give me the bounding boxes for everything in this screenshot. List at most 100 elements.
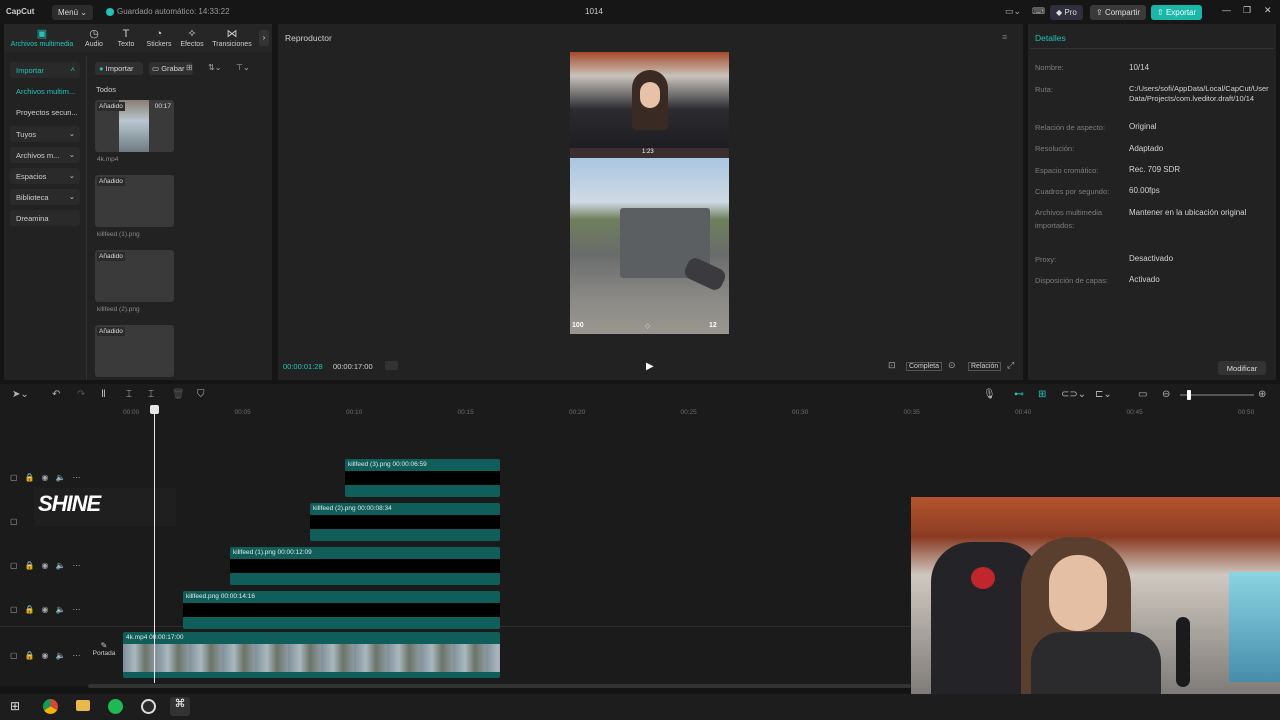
clip-body — [183, 603, 500, 617]
ruler-tick: 00:20 — [569, 409, 586, 416]
redo-icon[interactable]: ↷ — [77, 389, 85, 400]
chrome-icon[interactable] — [43, 699, 58, 714]
autosave-status: Guardado automático: 14:33:22 — [117, 7, 230, 16]
restore-icon[interactable]: ❐ — [1243, 5, 1251, 16]
import-button[interactable]: ● Importar — [95, 62, 143, 75]
obs-icon[interactable] — [141, 699, 156, 714]
clip-body — [310, 515, 500, 529]
undo-icon[interactable]: ↶ — [52, 389, 60, 400]
tab-media[interactable]: ▣ Archivos multimedia — [7, 28, 77, 48]
playhead[interactable] — [154, 405, 155, 683]
share-button[interactable]: ⇪ Compartir — [1090, 5, 1147, 20]
pc-case-lights — [1229, 572, 1280, 682]
layout-icon[interactable]: ▭⌄ — [1005, 6, 1021, 17]
split-right-icon[interactable]: ⌶ — [148, 389, 154, 400]
ratio-button[interactable]: Relación — [968, 362, 1002, 371]
killfeed-strip: 1:23 — [570, 148, 729, 158]
chevron-down-icon: ⌄ — [68, 192, 75, 201]
fullscreen-icon[interactable]: ⤢ — [1007, 360, 1014, 371]
tab-audio-label: Audio — [85, 41, 103, 48]
sidebar-item-yours[interactable]: Tuyos ⌄ — [10, 126, 80, 142]
webcam-feed-image — [570, 52, 729, 148]
play-icon[interactable]: ▶ — [646, 361, 654, 372]
media-name: 4k.mp4 — [97, 156, 119, 163]
clip-killfeed[interactable]: killfeed.png 00:00:14:16 — [183, 591, 500, 629]
sidebar-item-library[interactable]: Biblioteca ⌄ — [10, 189, 80, 205]
close-icon[interactable]: ✕ — [1264, 5, 1272, 16]
sidebar-item-label: Biblioteca — [16, 193, 49, 202]
share-label: Compartir — [1104, 8, 1141, 17]
detail-value: 60.00fps — [1129, 186, 1160, 195]
zoom-in-icon[interactable]: ⊕ — [1258, 389, 1266, 400]
fit-icon[interactable]: ⊙ — [948, 360, 956, 371]
caption-icon[interactable]: ▭ — [1138, 389, 1147, 400]
complete-button[interactable]: Completa — [906, 362, 942, 371]
title-bar: CapCut Menú ⌄ Guardado automático: 14:33… — [0, 0, 1280, 24]
windows-start-icon[interactable]: ⊞ — [10, 699, 20, 713]
minimize-icon[interactable]: — — [1222, 5, 1231, 15]
sidebar-item-media[interactable]: Archivos multim... — [16, 87, 75, 96]
media-thumb-4k[interactable]: Añadido 00:17 — [95, 100, 174, 152]
link-icon[interactable]: ⊂⊃⌄ — [1061, 389, 1086, 400]
clip-label: killfeed (1).png 00:00:12:09 — [233, 549, 312, 556]
export-button[interactable]: ⇧ Exportar — [1151, 5, 1203, 20]
added-badge: Añadido — [97, 102, 125, 111]
preview-axis-icon[interactable]: ⊏⌄ — [1095, 389, 1112, 400]
delete-icon[interactable]: 🗑 — [172, 389, 185, 400]
filter-icon[interactable]: ⊤⌄ — [236, 63, 250, 72]
track-controls[interactable]: ▢🔒◉🔈⋯ — [10, 651, 87, 660]
detail-value: C:/Users/sofi/AppData/Local/CapCut/User … — [1129, 84, 1269, 103]
track-controls[interactable]: ▢🔒◉🔈⋯ — [10, 605, 87, 614]
horizontal-scrollbar[interactable] — [88, 684, 911, 688]
linkage-icon[interactable]: ⊞ — [1038, 389, 1046, 400]
split-left-icon[interactable]: ⌶ — [126, 389, 132, 400]
clip-killfeed-1[interactable]: killfeed (1).png 00:00:12:09 — [230, 547, 500, 585]
pro-button[interactable]: ◆ Pro — [1050, 5, 1083, 20]
clip-4k-video[interactable]: 4k.mp4 00:00:17:00 — [123, 632, 500, 678]
clip-killfeed-2[interactable]: killfeed (2).png 00:00:08:34 — [310, 503, 500, 541]
split-icon[interactable]: Ⅱ — [101, 389, 106, 400]
magnet-icon[interactable]: ⊷ — [1014, 389, 1024, 400]
sidebar-item-dreamina[interactable]: Dreamina — [10, 210, 80, 226]
crop-icon[interactable]: ⊡ — [888, 360, 896, 371]
marker-icon[interactable]: ⛉ — [197, 389, 205, 400]
select-tool-icon[interactable]: ➤⌄ — [12, 389, 29, 400]
zoom-handle[interactable] — [1187, 390, 1191, 400]
playhead-handle[interactable] — [150, 405, 159, 414]
spotify-icon[interactable] — [108, 699, 123, 714]
media-thumb-killfeed-3[interactable]: Añadido — [95, 325, 174, 377]
zoom-out-icon[interactable]: ⊖ — [1162, 389, 1170, 400]
sidebar-item-spaces[interactable]: Espacios ⌄ — [10, 168, 80, 184]
added-badge: Añadido — [97, 177, 125, 186]
player-menu-icon[interactable]: ≡ — [1002, 32, 1007, 42]
clip-killfeed-3[interactable]: killfeed (3).png 00:00:06:59 — [345, 459, 500, 497]
menu-label: Menú — [58, 8, 79, 17]
media-thumb-killfeed-1[interactable]: Añadido — [95, 175, 174, 227]
track-controls[interactable]: ▢🔒◉🔈⋯ — [10, 561, 87, 570]
tab-effects[interactable]: ✧ Efectos — [173, 28, 211, 48]
menu-button[interactable]: Menú ⌄ — [52, 5, 93, 20]
tabs-scroll-icon[interactable]: › — [259, 30, 269, 46]
video-frame[interactable]: 1:23 100 ◇ 12 — [570, 52, 729, 334]
grid-view-icon[interactable]: ⊞ — [186, 63, 193, 72]
timecode-toggle[interactable] — [385, 361, 398, 370]
sidebar-item-media-files[interactable]: Archivos m... ⌄ — [10, 147, 80, 163]
clip-name: killfeed (3).png — [348, 461, 391, 468]
pencil-icon: ✎ — [100, 641, 108, 650]
file-explorer-icon[interactable] — [76, 700, 90, 711]
text-track-icon[interactable]: ▢ — [10, 517, 18, 526]
track-controls[interactable]: ▢🔒◉🔈⋯ — [10, 473, 87, 482]
sort-icon[interactable]: ⇅⌄ — [208, 63, 221, 72]
capcut-taskbar-icon[interactable]: ⌘ — [170, 697, 190, 716]
sidebar-item-import[interactable]: Importar ˄ — [10, 62, 80, 78]
sidebar-item-projects[interactable]: Proyectos secun... — [16, 108, 78, 117]
modify-button[interactable]: Modificar — [1218, 361, 1266, 375]
ruler-tick: 00:15 — [457, 409, 474, 416]
detail-key: Espacio cromático: — [1035, 166, 1099, 175]
shortcut-icon[interactable]: ⌨ — [1032, 6, 1045, 17]
microphone-icon[interactable]: 🎙 — [983, 389, 996, 400]
cover-button[interactable]: ✎ Portada — [89, 641, 119, 671]
media-thumb-killfeed-2[interactable]: Añadido — [95, 250, 174, 302]
zoom-slider[interactable] — [1180, 394, 1254, 396]
tab-transitions[interactable]: ⋈ Transiciones — [210, 28, 254, 48]
